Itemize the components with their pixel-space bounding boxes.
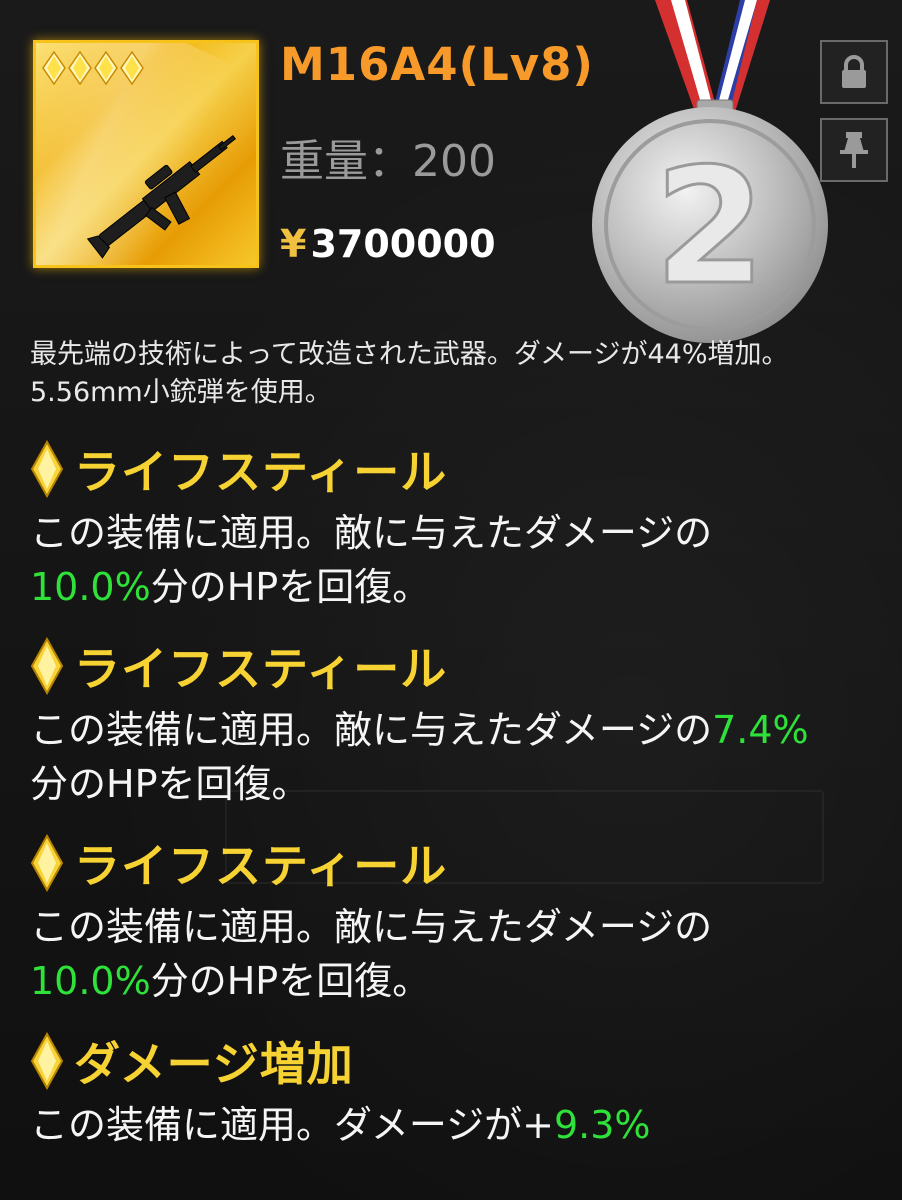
- item-description: 最先端の技術によって改造された武器。ダメージが44%増加。5.56mm小銃弾を使…: [30, 339, 789, 408]
- effect-body: この装備に適用。ダメージが+9.3%: [30, 1103, 651, 1147]
- diamond-icon: [30, 1032, 64, 1090]
- star-icon: [120, 51, 144, 85]
- diamond-icon: [30, 637, 64, 695]
- effect-value: 7.4%: [712, 708, 809, 752]
- medal-number: 2: [654, 133, 765, 320]
- effect-section: ライフスティール この装備に適用。敵に与えたダメージの 10.0%分のHPを回復。: [30, 436, 890, 614]
- medal-2-icon: 2: [592, 0, 828, 343]
- effect-body: この装備に適用。敵に与えたダメージの7.4% 分のHPを回復。: [30, 708, 809, 806]
- rarity-stars: [42, 51, 144, 85]
- effect-body: この装備に適用。敵に与えたダメージの 10.0%分のHPを回復。: [30, 511, 713, 609]
- effect-title: ライフスティール: [30, 436, 890, 502]
- star-icon: [94, 51, 118, 85]
- effect-body: この装備に適用。敵に与えたダメージの 10.0%分のHPを回復。: [30, 905, 713, 1003]
- yen-icon: ¥: [280, 222, 307, 266]
- effect-section: ライフスティール この装備に適用。敵に与えたダメージの 10.0%分のHPを回復。: [30, 830, 890, 1008]
- diamond-icon: [30, 834, 64, 892]
- item-weight: 重量：200: [280, 136, 496, 187]
- item-name: M16A4(Lv8): [280, 38, 594, 91]
- effect-section: ダメージ増加 この装備に適用。ダメージが+9.3%: [30, 1028, 890, 1152]
- effect-value: 10.0%: [30, 565, 151, 609]
- item-price: ¥3700000: [280, 222, 496, 266]
- star-icon: [42, 51, 66, 85]
- pin-icon: [840, 132, 868, 168]
- star-icon: [68, 51, 92, 85]
- effect-title: ライフスティール: [30, 633, 890, 699]
- pin-button[interactable]: [820, 118, 888, 182]
- effect-value: 9.3%: [553, 1103, 651, 1147]
- diamond-icon: [30, 440, 64, 498]
- effect-title: ダメージ増加: [30, 1028, 890, 1094]
- item-icon-frame[interactable]: [33, 40, 259, 268]
- effect-section: ライフスティール この装備に適用。敵に与えたダメージの7.4% 分のHPを回復。: [30, 633, 890, 811]
- effect-value: 10.0%: [30, 959, 151, 1003]
- price-value: 3700000: [310, 222, 496, 266]
- effect-title: ライフスティール: [30, 830, 890, 896]
- assault-rifle-icon: [86, 134, 237, 259]
- lock-icon: [842, 55, 866, 88]
- lock-button[interactable]: [820, 40, 888, 104]
